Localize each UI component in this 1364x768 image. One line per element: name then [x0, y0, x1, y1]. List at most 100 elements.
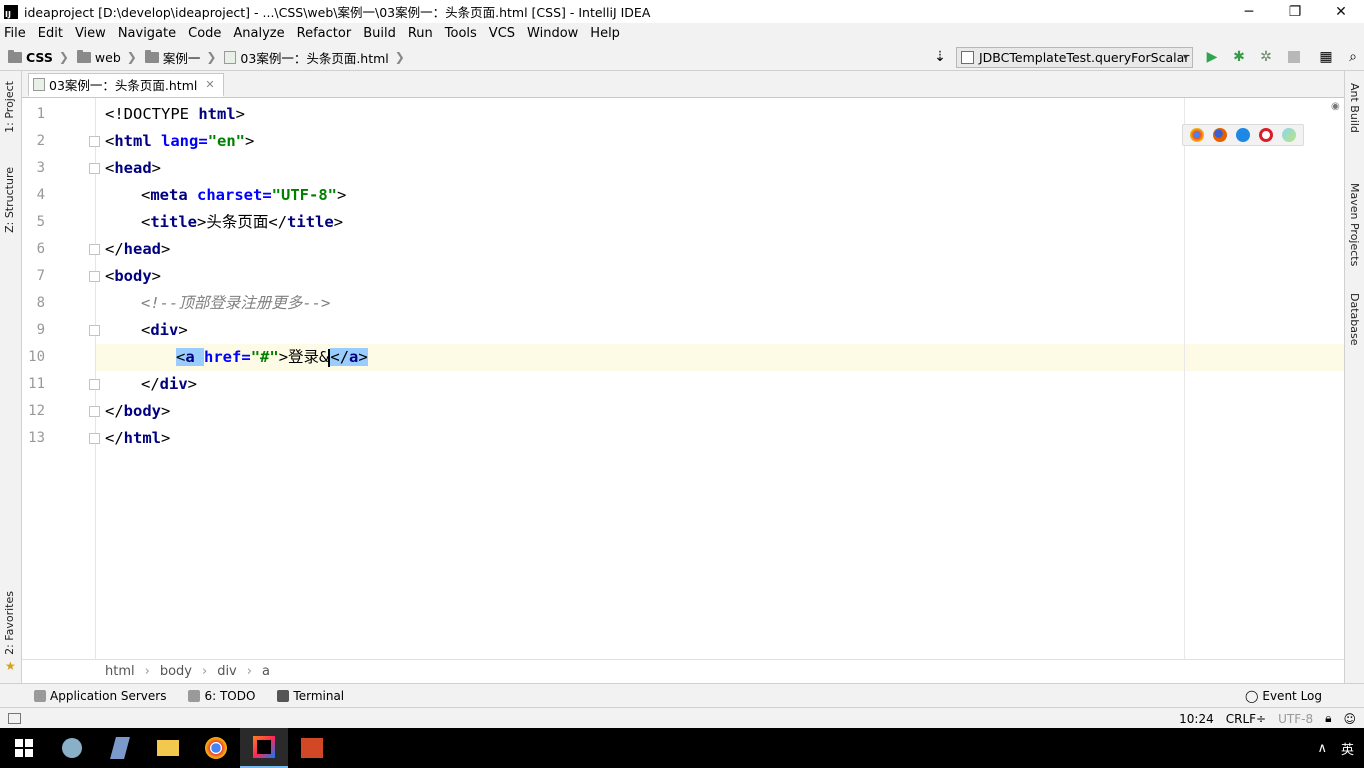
code-token: charset= [197, 186, 272, 204]
eye-icon[interactable]: ◉ [1331, 101, 1340, 112]
taskbar-app-tool[interactable] [48, 728, 96, 768]
line-number: 8 [36, 295, 45, 311]
menu-run[interactable]: Run [408, 26, 433, 41]
favorites-tool-tab[interactable]: 2: Favorites [3, 591, 16, 655]
lock-icon[interactable]: 🔒︎ [1325, 711, 1331, 726]
code-token: > [278, 348, 289, 366]
stop-icon[interactable] [1286, 49, 1302, 65]
menu-analyze[interactable]: Analyze [233, 26, 284, 41]
menu-refactor[interactable]: Refactor [297, 26, 352, 41]
line-number: 12 [28, 403, 45, 419]
taskbar-chrome[interactable] [192, 728, 240, 768]
nav-crumb-label: 03案例一：头条页面.html [240, 50, 389, 66]
menu-edit[interactable]: Edit [38, 26, 63, 41]
nav-crumb-file[interactable]: 03案例一：头条页面.html ❯ [224, 48, 405, 67]
ant-build-tool-tab[interactable]: Ant Build [1348, 83, 1361, 133]
fold-marker[interactable] [89, 163, 100, 174]
editor-tab-active[interactable]: 03案例一：头条页面.html ✕ [28, 73, 224, 97]
nav-crumb-css[interactable]: CSS ❯ [8, 49, 69, 65]
line-separator[interactable]: CRLF÷ [1226, 712, 1266, 726]
toggle-tool-windows-icon[interactable] [8, 712, 21, 724]
close-button[interactable]: ✕ [1318, 0, 1364, 23]
code-token: meta [150, 186, 198, 204]
caret-position[interactable]: 10:24 [1179, 712, 1214, 726]
run-configuration-label: JDBCTemplateTest.queryForScalar [979, 50, 1190, 65]
menu-navigate[interactable]: Navigate [118, 26, 176, 41]
taskbar-powerpoint[interactable] [288, 728, 336, 768]
code-token: < [105, 267, 115, 285]
code-editor[interactable]: 1 2 3 4 5 6 7 8 9 10 11 12 13 <!DOCTYPE … [22, 98, 1344, 659]
run-icon[interactable]: ▶ [1204, 49, 1220, 65]
project-tool-tab[interactable]: 1: Project [3, 81, 16, 133]
code-token: 登录& [288, 348, 329, 366]
breadcrumb-div[interactable]: div [217, 664, 237, 679]
build-project-icon[interactable]: ⇣ [932, 49, 948, 65]
code-token: < [141, 213, 151, 231]
intellij-icon [253, 736, 275, 758]
nav-crumb-folder[interactable]: 案例一 ❯ [144, 48, 216, 67]
inspector-icon[interactable]: ☺ [1343, 712, 1356, 726]
taskbar-file-explorer[interactable] [144, 728, 192, 768]
nav-crumb-web[interactable]: web ❯ [76, 49, 137, 65]
database-tool-tab[interactable]: Database [1348, 293, 1361, 346]
code-token: body [114, 267, 152, 285]
menu-view[interactable]: View [75, 26, 106, 41]
search-everywhere-icon[interactable]: ⌕ [1345, 49, 1361, 65]
menu-tools[interactable]: Tools [445, 26, 477, 41]
close-tab-icon[interactable]: ✕ [205, 78, 214, 91]
terminal-label: Terminal [293, 688, 345, 703]
menu-help[interactable]: Help [590, 26, 620, 41]
code-token: title [287, 213, 334, 231]
menu-vcs[interactable]: VCS [489, 26, 515, 41]
code-line-7: <body> [105, 263, 161, 290]
maven-projects-tool-tab[interactable]: Maven Projects [1348, 183, 1361, 266]
fold-marker[interactable] [89, 271, 100, 282]
todo-tab[interactable]: 6: TODO [188, 689, 255, 703]
fold-marker[interactable] [89, 244, 100, 255]
right-margin-guide [1184, 98, 1185, 659]
fold-marker[interactable] [89, 433, 100, 444]
chrome-icon[interactable] [1189, 128, 1204, 142]
breadcrumb-a[interactable]: a [262, 664, 270, 679]
fold-marker[interactable] [89, 136, 100, 147]
bottom-tool-bar: Application Servers 6: TODO Terminal ◯ E… [0, 683, 1364, 707]
firefox-icon[interactable] [1212, 128, 1227, 142]
taskbar-app-dolphin[interactable] [96, 728, 144, 768]
code-line-8: <!--顶部登录注册更多--> [141, 290, 330, 317]
code-line-11: </div> [141, 371, 197, 398]
breadcrumb-html[interactable]: html [105, 664, 135, 679]
windows-start-button[interactable] [0, 728, 48, 768]
server-icon [34, 689, 46, 702]
code-token: a [185, 348, 205, 366]
breadcrumb-body[interactable]: body [160, 664, 192, 679]
fold-marker[interactable] [89, 379, 100, 390]
intellij-app-icon[interactable]: IJ [4, 4, 18, 19]
ie-icon[interactable] [1282, 128, 1297, 142]
file-encoding[interactable]: UTF-8 [1278, 712, 1313, 726]
structure-tool-tab[interactable]: Z: Structure [3, 167, 16, 233]
run-configuration-select[interactable]: JDBCTemplateTest.queryForScalar ▾ [956, 47, 1193, 68]
application-servers-tab[interactable]: Application Servers [34, 689, 166, 703]
menu-build[interactable]: Build [363, 26, 396, 41]
menu-code[interactable]: Code [188, 26, 221, 41]
maximize-button[interactable]: ❐ [1272, 0, 1318, 23]
chevron-up-icon[interactable]: ∧ [1317, 741, 1327, 756]
debug-icon[interactable]: ✱ [1231, 49, 1247, 65]
opera-icon[interactable] [1259, 128, 1274, 142]
fold-marker[interactable] [89, 325, 100, 336]
taskbar-intellij[interactable] [240, 728, 288, 768]
coverage-icon[interactable]: ✲ [1258, 49, 1274, 65]
ime-indicator[interactable]: 英 [1341, 739, 1354, 758]
windows-taskbar: ∧ 英 [0, 728, 1364, 768]
code-token: < [141, 186, 151, 204]
fold-marker[interactable] [89, 406, 100, 417]
menu-file[interactable]: File [4, 26, 26, 41]
safari-icon[interactable] [1235, 128, 1250, 142]
menu-window[interactable]: Window [527, 26, 578, 41]
minimize-button[interactable]: ─ [1226, 0, 1272, 23]
terminal-tab[interactable]: Terminal [277, 689, 344, 703]
chrome-icon [205, 737, 227, 759]
code-token: > [333, 213, 344, 231]
event-log-tab[interactable]: ◯ Event Log [1245, 689, 1322, 703]
project-structure-icon[interactable]: ▦ [1318, 49, 1334, 65]
